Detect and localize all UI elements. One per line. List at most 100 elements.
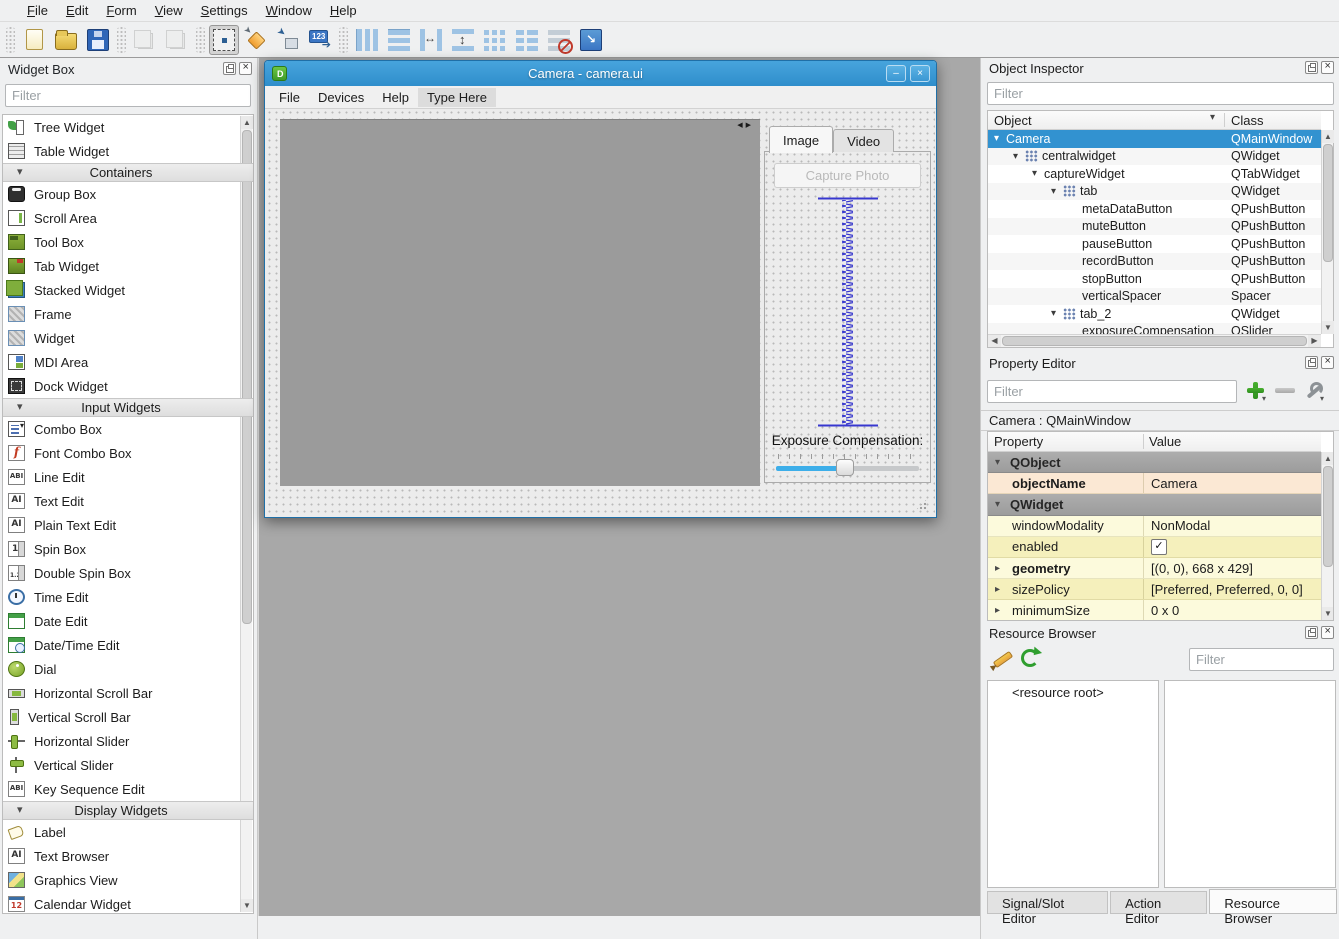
expander-icon[interactable] xyxy=(1051,186,1063,197)
reload-resources-icon[interactable] xyxy=(1021,649,1039,667)
widget-item-tool-box[interactable]: Tool Box xyxy=(3,230,253,254)
scroll-right-icon[interactable]: ▶ xyxy=(1308,335,1321,347)
remove-dynamic-property-icon[interactable] xyxy=(1275,388,1295,393)
object-inspector-row[interactable]: centralwidget QWidget xyxy=(988,148,1321,166)
section-display-widgets[interactable]: Display Widgets xyxy=(3,801,253,820)
tab-resource-browser[interactable]: Resource Browser xyxy=(1209,889,1337,914)
widget-box-filter-input[interactable] xyxy=(5,84,251,107)
property-row[interactable]: sizePolicy [Preferred, Preferred, 0, 0] xyxy=(988,579,1321,600)
close-panel-icon[interactable] xyxy=(239,62,252,75)
exposure-compensation-slider[interactable] xyxy=(776,454,919,478)
form-size-grip[interactable] xyxy=(915,498,928,511)
adjust-size-button[interactable] xyxy=(576,25,606,55)
widget-item-scroll-area[interactable]: Scroll Area xyxy=(3,206,253,230)
class-column-header[interactable]: Class xyxy=(1231,113,1264,128)
toolbar-handle[interactable] xyxy=(6,27,15,53)
menu-window[interactable]: Window xyxy=(257,1,321,20)
widget-item-line-edit[interactable]: Line Edit xyxy=(3,465,253,489)
scroll-thumb[interactable] xyxy=(1002,336,1307,346)
scroll-down-icon[interactable]: ▼ xyxy=(1322,321,1334,334)
widget-item-datetime-edit[interactable]: Date/Time Edit xyxy=(3,633,253,657)
scroll-thumb[interactable] xyxy=(1323,144,1333,262)
scroll-left-icon[interactable]: ◀ xyxy=(988,335,1001,347)
widget-item-calendar-widget[interactable]: Calendar Widget xyxy=(3,892,253,914)
scroll-up-icon[interactable]: ▲ xyxy=(1322,452,1334,465)
close-panel-icon[interactable] xyxy=(1321,626,1334,639)
widget-item-table-widget[interactable]: Table Widget xyxy=(3,139,253,163)
float-panel-icon[interactable] xyxy=(1305,356,1318,369)
section-containers[interactable]: Containers xyxy=(3,163,253,182)
object-inspector-row[interactable]: stopButton QPushButton xyxy=(988,270,1321,288)
object-inspector-hscrollbar[interactable]: ◀ ▶ xyxy=(988,334,1321,347)
resource-contents-pane[interactable] xyxy=(1164,680,1336,888)
close-panel-icon[interactable] xyxy=(1321,356,1334,369)
menu-file[interactable]: File xyxy=(18,1,57,20)
camera-viewfinder-widget[interactable]: ◀▶ xyxy=(280,119,760,486)
resource-tree-pane[interactable]: <resource root> xyxy=(987,680,1159,888)
close-panel-icon[interactable] xyxy=(1321,61,1334,74)
layout-horizontal-splitter-button[interactable] xyxy=(416,25,446,55)
widget-item-tab-widget[interactable]: Tab Widget xyxy=(3,254,253,278)
object-inspector-row[interactable]: Camera QMainWindow xyxy=(988,130,1321,148)
menu-help[interactable]: Help xyxy=(321,1,366,20)
widget-item-horizontal-slider[interactable]: Horizontal Slider xyxy=(3,729,253,753)
tab-signal-slot-editor[interactable]: Signal/Slot Editor xyxy=(987,891,1108,914)
layout-grid-button[interactable] xyxy=(480,25,510,55)
widget-item-text-edit[interactable]: Text Edit xyxy=(3,489,253,513)
edit-widgets-button[interactable] xyxy=(209,25,239,55)
property-row[interactable]: geometry [(0, 0), 668 x 429] xyxy=(988,558,1321,579)
menu-view[interactable]: View xyxy=(146,1,192,20)
property-row[interactable]: objectName Camera xyxy=(988,473,1321,494)
window-titlebar[interactable]: Camera - camera.ui – × xyxy=(265,61,936,86)
widget-item-text-browser[interactable]: Text Browser xyxy=(3,844,253,868)
expander-icon[interactable] xyxy=(1013,151,1025,162)
object-inspector-row[interactable]: metaDataButton QPushButton xyxy=(988,200,1321,218)
form-menu-devices[interactable]: Devices xyxy=(309,88,373,107)
minimize-icon[interactable]: – xyxy=(886,65,906,82)
widget-item-mdi-area[interactable]: MDI Area xyxy=(3,350,253,374)
tab-action-editor[interactable]: Action Editor xyxy=(1110,891,1207,914)
expander-icon[interactable] xyxy=(1051,308,1063,319)
object-inspector-row[interactable]: exposureCompensation QSlider xyxy=(988,323,1321,335)
tree-header[interactable]: Object ▾ Class xyxy=(988,111,1321,130)
section-input-widgets[interactable]: Input Widgets xyxy=(3,398,253,417)
property-row[interactable]: QObject xyxy=(988,452,1321,473)
scroll-down-icon[interactable]: ▼ xyxy=(1322,607,1334,620)
layout-horizontal-button[interactable] xyxy=(352,25,382,55)
toolbar-handle[interactable] xyxy=(117,27,126,53)
widget-item-combo-box[interactable]: Combo Box xyxy=(3,417,253,441)
object-column-header[interactable]: Object xyxy=(994,113,1032,128)
property-row[interactable]: QWidget xyxy=(988,494,1321,515)
capture-photo-button[interactable]: Capture Photo xyxy=(774,163,921,188)
tab-video[interactable]: Video xyxy=(833,129,894,152)
toolbar-handle[interactable] xyxy=(339,27,348,53)
object-inspector-row[interactable]: tab QWidget xyxy=(988,183,1321,201)
property-editor-vscrollbar[interactable]: ▲ ▼ xyxy=(1321,452,1333,620)
save-form-button[interactable] xyxy=(83,25,113,55)
tab-scroll-arrows-icon[interactable]: ◀▶ xyxy=(737,121,754,129)
widget-item-vertical-slider[interactable]: Vertical Slider xyxy=(3,753,253,777)
resource-root-item[interactable]: <resource root> xyxy=(988,681,1158,700)
edit-tab-order-button[interactable] xyxy=(305,25,335,55)
object-inspector-row[interactable]: muteButton QPushButton xyxy=(988,218,1321,236)
edit-signals-slots-button[interactable] xyxy=(241,25,271,55)
slider-handle[interactable] xyxy=(836,459,854,476)
widget-item-plain-text-edit[interactable]: Plain Text Edit xyxy=(3,513,253,537)
toolbar-handle[interactable] xyxy=(196,27,205,53)
float-panel-icon[interactable] xyxy=(1305,61,1318,74)
widget-item-horizontal-scroll-bar[interactable]: Horizontal Scroll Bar xyxy=(3,681,253,705)
property-row[interactable]: enabled xyxy=(988,537,1321,558)
widget-item-vertical-scroll-bar[interactable]: Vertical Scroll Bar xyxy=(3,705,253,729)
form-menu-file[interactable]: File xyxy=(270,88,309,107)
property-editor-filter-input[interactable] xyxy=(987,380,1237,403)
widget-item-stacked-widget[interactable]: Stacked Widget xyxy=(3,278,253,302)
widget-item-dial[interactable]: Dial xyxy=(3,657,253,681)
property-row[interactable]: minimumSize 0 x 0 xyxy=(988,600,1321,620)
object-inspector-row[interactable]: captureWidget QTabWidget xyxy=(988,165,1321,183)
scroll-up-icon[interactable]: ▲ xyxy=(1322,130,1334,143)
property-table-header[interactable]: Property Value xyxy=(988,432,1321,452)
property-row[interactable]: windowModality NonModal xyxy=(988,516,1321,537)
expander-icon[interactable] xyxy=(995,584,1007,595)
object-inspector-filter-input[interactable] xyxy=(987,82,1334,105)
open-form-button[interactable] xyxy=(51,25,81,55)
